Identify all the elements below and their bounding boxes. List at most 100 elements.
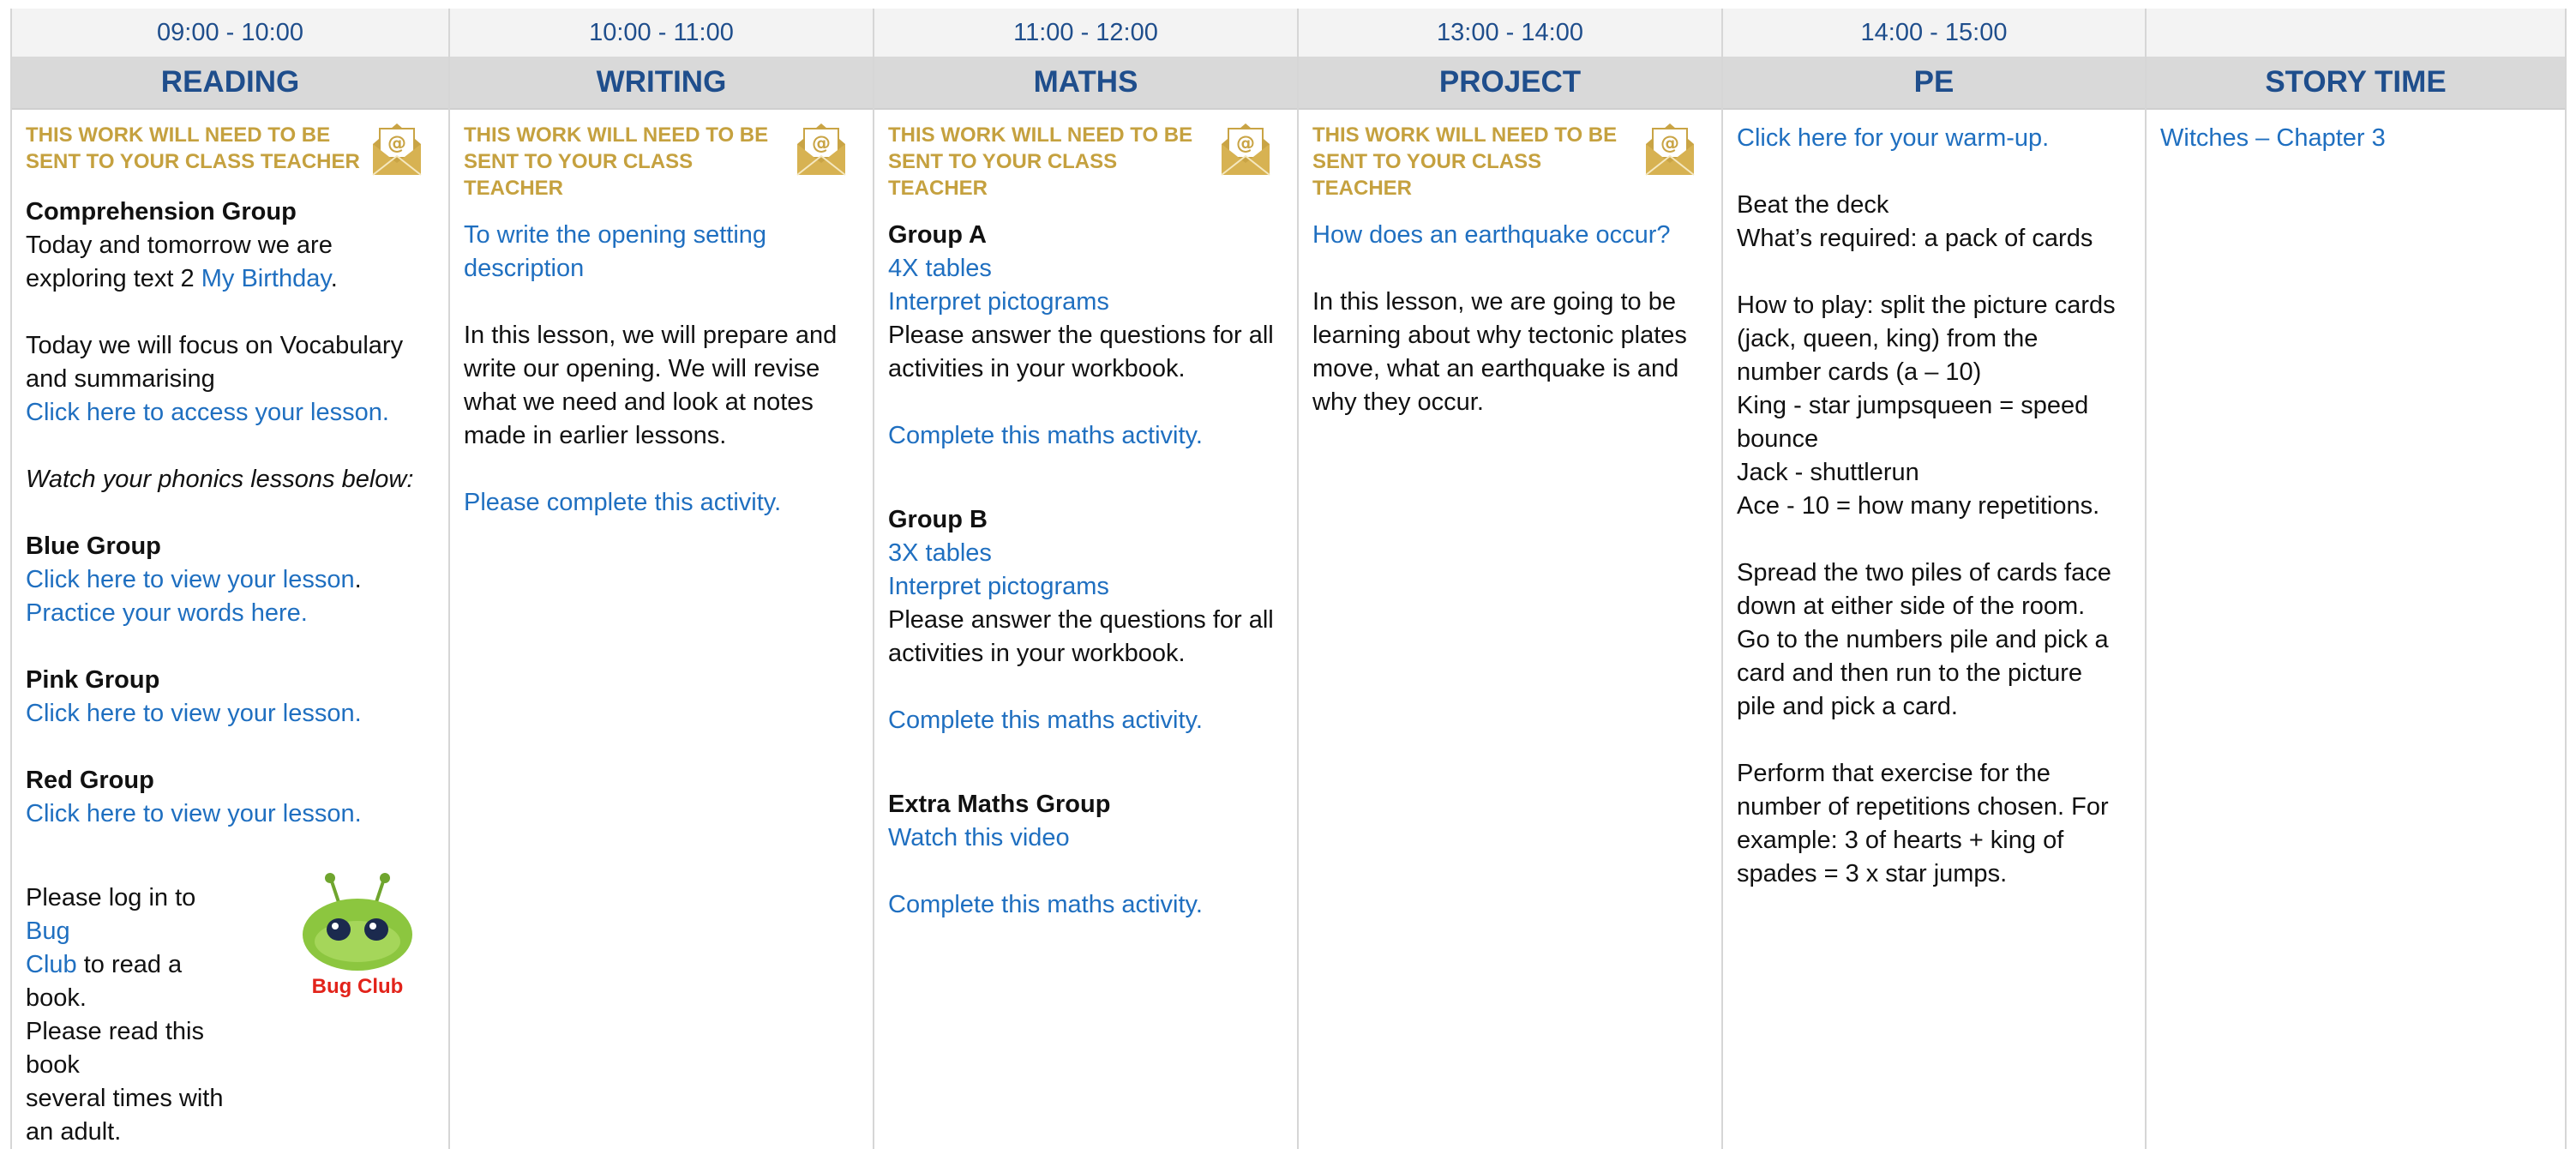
svg-text:Bug Club: Bug Club: [312, 975, 404, 998]
text-line: What’s required: a pack of cards: [1737, 225, 2093, 252]
column-pe: 14:00 - 15:00 PE Click here for your war…: [1721, 9, 2145, 1149]
maths-activity-link[interactable]: Complete this maths activity.: [888, 888, 1283, 922]
subject-header: READING: [12, 57, 448, 110]
pictograms-link[interactable]: Interpret pictograms: [888, 570, 1283, 604]
blue-lesson-link[interactable]: Click here to view your lesson: [26, 566, 355, 593]
story-link[interactable]: Witches – Chapter 3: [2160, 122, 2551, 155]
text-line: Please read this book: [26, 1018, 204, 1079]
notice-line: SENT TO YOUR CLASS TEACHER: [1312, 150, 1542, 200]
watch-video-link[interactable]: Watch this video: [888, 821, 1283, 855]
group-heading: Pink Group: [26, 666, 160, 694]
subject-header: STORY TIME: [2147, 57, 2565, 110]
notice-line: SENT TO YOUR CLASS TEACHER: [464, 150, 694, 200]
column-reading: 09:00 - 10:00 READING THIS WORK WILL NEE…: [10, 9, 448, 1149]
bug-club-section: Please log in to Bug Club to read a book…: [26, 873, 435, 1149]
pictograms-link[interactable]: Interpret pictograms: [888, 286, 1283, 319]
opening-setting-link[interactable]: To write the opening setting: [464, 219, 859, 252]
text-line: bounce: [1737, 425, 1819, 453]
text-line: and summarising: [26, 365, 215, 393]
time-slot: [2147, 9, 2565, 57]
my-birthday-link[interactable]: My Birthday: [201, 265, 331, 292]
red-lesson-link[interactable]: Click here to view your lesson.: [26, 797, 435, 831]
text-line: exploring text 2 My Birthday.: [26, 265, 338, 292]
subject-header: PROJECT: [1299, 57, 1721, 110]
teacher-notice: THIS WORK WILL NEED TO BE SENT TO YOUR C…: [888, 122, 1283, 202]
email-envelope-icon[interactable]: [794, 122, 849, 177]
email-envelope-icon[interactable]: [1642, 122, 1697, 177]
text-line: down at either side of the room.: [1737, 593, 2086, 620]
earthquake-link[interactable]: How does an earthquake occur?: [1312, 219, 1708, 252]
text-line: pile and pick a card.: [1737, 693, 1958, 720]
text-line: several times with: [26, 1085, 224, 1112]
subject-header: PE: [1723, 57, 2145, 110]
teacher-notice: THIS WORK WILL NEED TO BE SENT TO YOUR C…: [1312, 122, 1708, 202]
notice-line: THIS WORK WILL NEED TO BE: [26, 123, 331, 147]
text-line: Today we will focus on Vocabulary: [26, 332, 404, 359]
notice-line: SENT TO YOUR CLASS TEACHER: [26, 150, 360, 173]
warm-up-link[interactable]: Click here for your warm-up.: [1737, 122, 2131, 155]
time-slot: 09:00 - 10:00: [12, 9, 448, 57]
group-heading: Group B: [888, 506, 988, 533]
group-heading: Blue Group: [26, 532, 161, 560]
time-slot: 13:00 - 14:00: [1299, 9, 1721, 57]
maths-activity-link[interactable]: Complete this maths activity.: [888, 419, 1283, 453]
text-line: learning about why tectonic plates: [1312, 322, 1687, 349]
text-line: In this lesson, we are going to be: [1312, 288, 1676, 316]
tables-link[interactable]: 4X tables: [888, 252, 1283, 286]
group-heading: Comprehension Group: [26, 198, 297, 226]
text-line: How to play: split the picture cards: [1737, 292, 2116, 319]
text-line: example: 3 of hearts + king of: [1737, 827, 2064, 854]
text-line: Spread the two piles of cards face: [1737, 559, 2111, 587]
pink-lesson-link[interactable]: Click here to view your lesson.: [26, 697, 435, 731]
email-envelope-icon[interactable]: [1218, 122, 1273, 177]
maths-activity-link[interactable]: Complete this maths activity.: [888, 704, 1283, 737]
text-line: write our opening. We will revise: [464, 355, 820, 382]
subject-header: MATHS: [874, 57, 1297, 110]
text-line: Today and tomorrow we are: [26, 232, 333, 259]
opening-setting-link[interactable]: description: [464, 252, 859, 286]
timetable-grid: 09:00 - 10:00 READING THIS WORK WILL NEE…: [10, 9, 2567, 1149]
text-line: Beat the deck: [1737, 191, 1889, 219]
group-heading: Extra Maths Group: [888, 791, 1111, 818]
access-lesson-link[interactable]: Click here to access your lesson.: [26, 396, 435, 430]
text-line: King - star jumpsqueen = speed: [1737, 392, 2089, 419]
email-envelope-icon[interactable]: [369, 122, 424, 177]
text-line: move, what an earthquake is and: [1312, 355, 1679, 382]
tables-link[interactable]: 3X tables: [888, 537, 1283, 570]
time-slot: 10:00 - 11:00: [450, 9, 873, 57]
time-slot: 11:00 - 12:00: [874, 9, 1297, 57]
column-story-time: STORY TIME Witches – Chapter 3: [2145, 9, 2567, 1149]
phonics-note: Watch your phonics lessons below:: [26, 466, 414, 493]
complete-activity-link[interactable]: Please complete this activity.: [464, 486, 859, 520]
text-line: Please answer the questions for all: [888, 606, 1274, 634]
teacher-notice: THIS WORK WILL NEED TO BE SENT TO YOUR C…: [26, 122, 435, 178]
column-project: 13:00 - 14:00 PROJECT THIS WORK WILL NEE…: [1297, 9, 1721, 1149]
text-line: In this lesson, we will prepare and: [464, 322, 838, 349]
text-line: spades = 3 x star jumps.: [1737, 860, 2008, 887]
group-heading: Group A: [888, 221, 987, 249]
bug-club-link[interactable]: Bug: [26, 917, 70, 945]
text-line: activities in your workbook.: [888, 355, 1186, 382]
time-slot: 14:00 - 15:00: [1723, 9, 2145, 57]
practice-words-link[interactable]: Practice your words here.: [26, 597, 435, 630]
bug-club-link[interactable]: Club: [26, 951, 77, 978]
text-line: an adult.: [26, 1118, 122, 1146]
notice-line: THIS WORK WILL NEED TO BE: [888, 123, 1193, 147]
text-line: made in earlier lessons.: [464, 422, 727, 449]
text-line: Jack - shuttlerun: [1737, 459, 1919, 486]
notice-line: THIS WORK WILL NEED TO BE: [1312, 123, 1618, 147]
notice-line: THIS WORK WILL NEED TO BE: [464, 123, 769, 147]
notice-line: SENT TO YOUR CLASS TEACHER: [888, 150, 1118, 200]
subject-header: WRITING: [450, 57, 873, 110]
text-line: Ace - 10 = how many repetitions.: [1737, 492, 2100, 520]
text-line: card and then run to the picture: [1737, 659, 2083, 687]
text-line: Go to the numbers pile and pick a: [1737, 626, 2109, 653]
bug-club-logo-icon[interactable]: Bug Club: [297, 873, 417, 1002]
text-line: (jack, queen, king) from the: [1737, 325, 2039, 352]
text-line: why they occur.: [1312, 388, 1484, 416]
text-line: number cards (a – 10): [1737, 358, 1982, 386]
teacher-notice: THIS WORK WILL NEED TO BE SENT TO YOUR C…: [464, 122, 859, 202]
text-line: Perform that exercise for the: [1737, 760, 2051, 787]
text-line: activities in your workbook.: [888, 640, 1186, 667]
text-line: what we need and look at notes: [464, 388, 814, 416]
